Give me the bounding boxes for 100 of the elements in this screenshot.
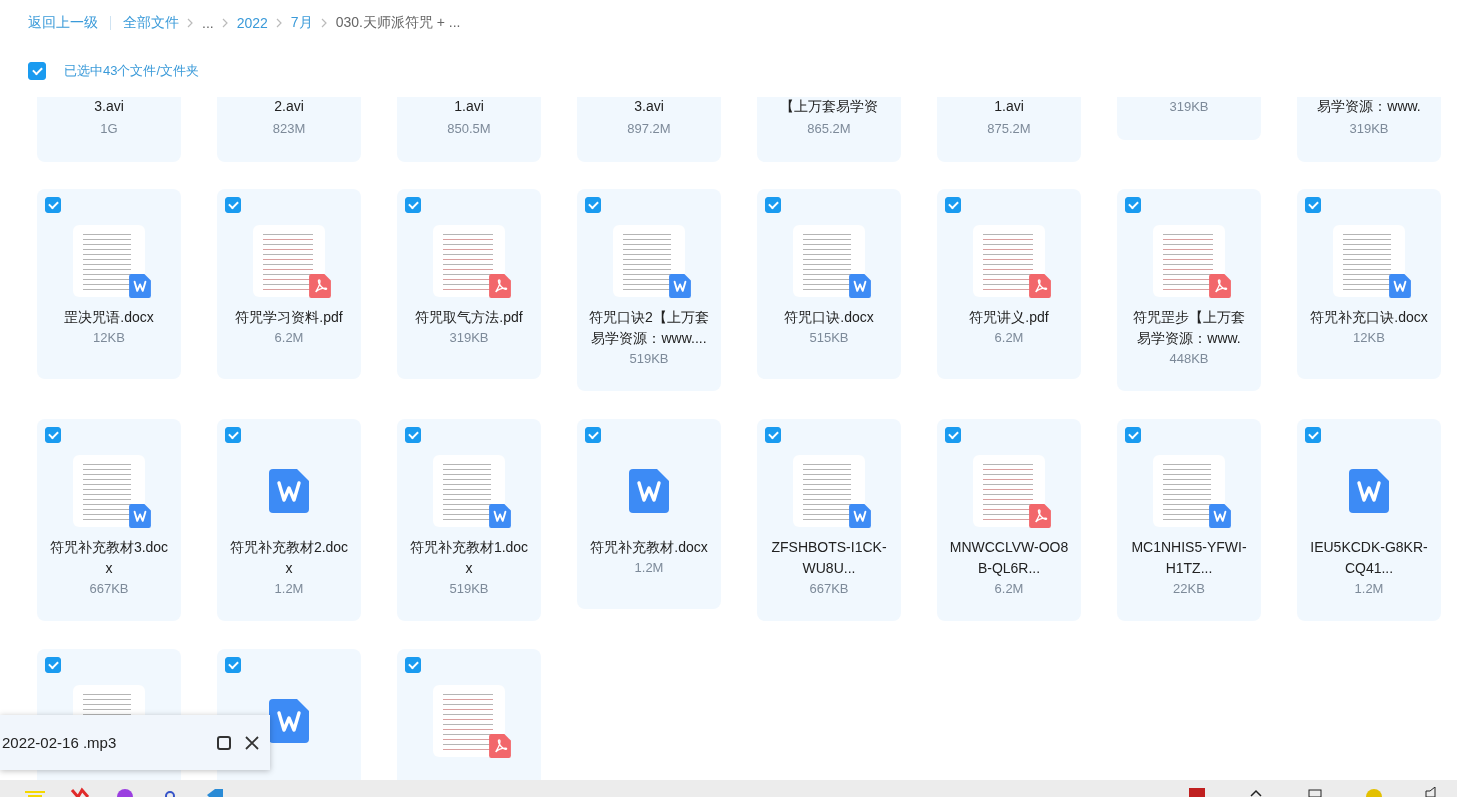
file-name: 符咒罡步【上万套易学资源：www. [1132,308,1246,348]
file-size: 12KB [1353,329,1385,347]
audio-title: 2022-02-16 .mp3 [2,734,118,751]
file-size: 1G [100,120,118,138]
word-file-icon [849,504,871,528]
file-size: 667KB [89,580,129,598]
file-card[interactable]: IEU5KCDK-G8KR-CQ41... 1.2M [1297,419,1441,621]
file-card[interactable]: 符咒取气方法.pdf 319KB [397,189,541,379]
word-file-icon [669,274,691,298]
checkbox[interactable] [225,427,241,443]
checkbox[interactable] [1305,427,1321,443]
checkbox[interactable] [585,427,601,443]
pdf-file-icon [489,734,511,758]
file-card[interactable]: 2.avi 823M [217,97,361,162]
checkbox[interactable] [405,197,421,213]
checkbox[interactable] [1305,197,1321,213]
file-card[interactable]: 1.avi 875.2M [937,97,1081,162]
checkbox[interactable] [765,197,781,213]
pdf-file-icon [489,274,511,298]
checkbox[interactable] [405,657,421,673]
checkbox[interactable] [765,427,781,443]
file-size: 319KB [449,329,489,347]
file-card[interactable]: ZFSHBOTS-I1CK-WU8U... 667KB [757,419,901,621]
file-size: 519KB [449,580,489,598]
checkbox[interactable] [225,657,241,673]
checkbox[interactable] [585,197,601,213]
file-name: 罡决咒语.docx [63,308,155,327]
word-file-icon [629,469,669,513]
checkbox[interactable] [1125,197,1141,213]
file-size: 22KB [1173,580,1205,598]
breadcrumb-item[interactable]: 030.天师派符咒 + ... [335,14,461,32]
file-size: 897.2M [627,120,671,138]
file-name: 1.avi [453,97,485,115]
file-name: 符咒补充口诀.docx [1309,308,1429,327]
file-name: 【上万套易学资 [779,97,879,115]
file-card[interactable]: 符咒罡步【上万套易学资源：www. 448KB [1117,189,1261,391]
file-card[interactable]: 1.avi 850.5M [397,97,541,162]
word-file-icon [1349,469,1389,513]
file-card[interactable]: MNWCCLVW-OO8B-QL6R... 6.2M [937,419,1081,621]
word-file-icon [269,469,309,513]
pdf-file-icon [1029,504,1051,528]
app-icon[interactable] [70,787,90,797]
close-icon[interactable] [244,734,260,751]
file-name: 3.avi [93,97,125,115]
maximize-icon[interactable] [216,734,232,751]
file-name: 符咒口诀2【上万套易学资源：www.... [588,308,710,348]
file-card[interactable]: 3.avi 1G [37,97,181,162]
file-card[interactable]: 符咒学习资料.pdf 6.2M [217,189,361,379]
file-card[interactable]: 符咒补充教材.docx 1.2M [577,419,721,609]
file-card[interactable]: 3.avi 897.2M [577,97,721,162]
file-name: 符咒学习资料.pdf [234,308,344,327]
chevron-icon [275,18,283,28]
file-name: 易学资源：www. [1316,97,1422,115]
file-name: IEU5KCDK-G8KR-CQ41... [1309,538,1429,578]
app-icon[interactable] [115,787,135,797]
file-name: 符咒补充教材.docx [589,538,709,557]
checkbox[interactable] [1125,427,1141,443]
file-card[interactable]: 符咒补充教材2.docx 1.2M [217,419,361,621]
file-name: 符咒取气方法.pdf [414,308,524,327]
file-card[interactable] [397,649,541,780]
word-file-icon [489,504,511,528]
file-size: 865.2M [807,120,851,138]
word-file-icon [129,504,151,528]
pdf-file-icon [1029,274,1051,298]
checkbox[interactable] [945,427,961,443]
file-size: 515KB [809,329,849,347]
checkbox[interactable] [45,197,61,213]
file-card[interactable]: 易学资源：www. 319KB [1297,97,1441,162]
file-name: MNWCCLVW-OO8B-QL6R... [948,538,1070,578]
file-name: 符咒口诀.docx [783,308,875,327]
breadcrumb-item[interactable]: ... [202,15,214,31]
checkbox[interactable] [45,657,61,673]
file-size: 12KB [93,329,125,347]
file-size: 319KB [1169,98,1209,116]
file-name: 符咒补充教材3.docx [48,538,170,578]
file-name: MC1NHIS5-YFWI-H1TZ... [1130,538,1248,578]
checkbox[interactable] [945,197,961,213]
checkbox[interactable] [45,427,61,443]
pdf-file-icon [1209,274,1231,298]
file-card[interactable]: 【上万套易学资 865.2M [757,97,901,162]
file-card[interactable]: 符咒补充口诀.docx 12KB [1297,189,1441,379]
selection-count: 已选中43个文件/文件夹 [64,62,200,80]
file-card[interactable]: 符咒口诀.docx 515KB [757,189,901,379]
file-card[interactable]: 符咒补充教材3.docx 667KB [37,419,181,621]
app-icon[interactable] [1187,787,1207,797]
checkbox[interactable] [28,62,46,80]
file-size: 319KB [1349,120,1389,138]
file-card[interactable]: MC1NHIS5-YFWI-H1TZ... 22KB [1117,419,1261,621]
file-card[interactable]: 符咒补充教材1.docx 519KB [397,419,541,621]
word-file-icon [1209,504,1231,528]
file-card[interactable]: 符咒口诀2【上万套易学资源：www.... 519KB [577,189,721,391]
file-name: ZFSHBOTS-I1CK-WU8U... [770,538,888,578]
file-card[interactable]: 罡决咒语.docx 12KB [37,189,181,379]
checkbox[interactable] [225,197,241,213]
checkbox[interactable] [405,427,421,443]
file-size: 448KB [1169,350,1209,368]
word-file-icon [849,274,871,298]
file-size: 850.5M [447,120,491,138]
file-card[interactable]: 符咒讲义.pdf 6.2M [937,189,1081,379]
chevron-icon [320,18,328,28]
